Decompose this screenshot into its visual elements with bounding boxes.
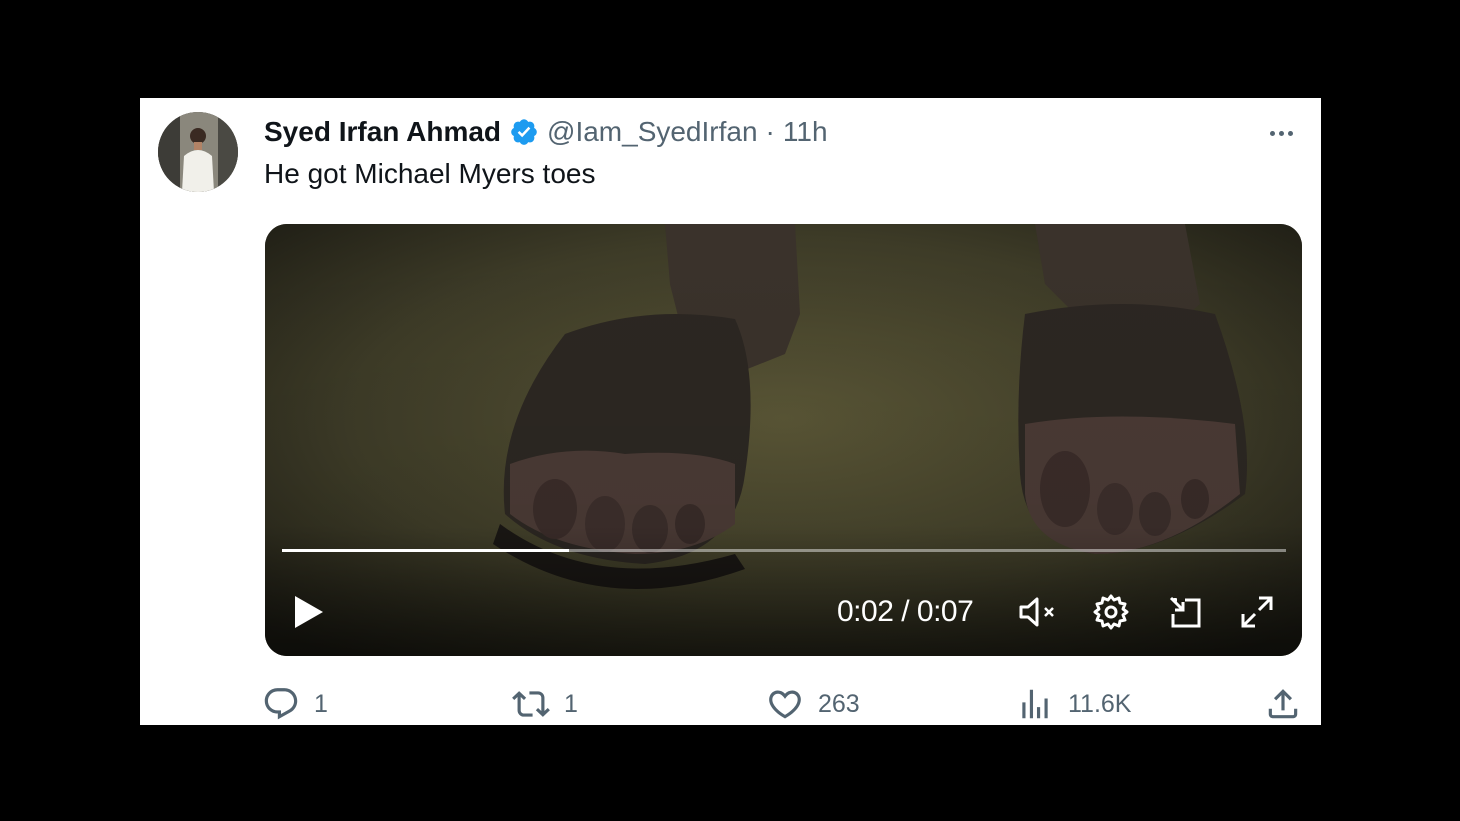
tweet-timestamp[interactable]: 11h: [783, 116, 828, 148]
fullscreen-icon[interactable]: [1237, 592, 1277, 632]
author-name[interactable]: Syed Irfan Ahmad: [264, 116, 501, 148]
avatar[interactable]: [158, 112, 238, 192]
settings-icon[interactable]: [1091, 592, 1131, 632]
reply-count: 1: [314, 689, 328, 718]
avatar-image: [158, 112, 238, 192]
picture-in-picture-icon[interactable]: [1165, 592, 1205, 632]
share-button[interactable]: [1264, 684, 1302, 724]
video-time-display: 0:02 / 0:07: [837, 592, 974, 632]
share-icon: [1268, 689, 1298, 719]
video-controls: 0:02 / 0:07: [265, 584, 1302, 640]
reply-icon: [264, 688, 298, 720]
tweet-header: Syed Irfan Ahmad @Iam_SyedIrfan · 11h: [264, 114, 828, 150]
time-separator: /: [893, 595, 917, 628]
heart-icon: [769, 690, 801, 719]
views-button[interactable]: 11.6K: [1016, 684, 1131, 724]
like-button[interactable]: 263: [766, 684, 860, 724]
tweet-text: He got Michael Myers toes: [264, 158, 596, 189]
views-count: 11.6K: [1068, 689, 1132, 718]
play-icon[interactable]: [289, 592, 329, 632]
like-count: 263: [818, 689, 860, 718]
duration: 0:07: [916, 595, 974, 628]
tweet-actions: 1 1 263 11.6K: [262, 684, 1302, 724]
retweet-count: 1: [564, 689, 578, 718]
video-progress-bar[interactable]: [282, 549, 1286, 552]
retweet-icon: [512, 691, 550, 717]
video-player[interactable]: 0:02 / 0:07: [265, 224, 1302, 656]
verified-badge-icon: [509, 117, 539, 147]
current-time: 0:02: [837, 595, 894, 628]
retweet-button[interactable]: 1: [512, 684, 578, 724]
tweet-card[interactable]: Syed Irfan Ahmad @Iam_SyedIrfan · 11h He…: [140, 98, 1321, 725]
reply-button[interactable]: 1: [262, 684, 328, 724]
mute-icon[interactable]: [1017, 592, 1057, 632]
video-progress-fill: [282, 549, 569, 552]
meta-separator: ·: [765, 116, 775, 147]
author-handle[interactable]: @Iam_SyedIrfan: [547, 116, 758, 148]
analytics-icon: [1022, 689, 1048, 719]
more-options-icon[interactable]: [1259, 120, 1303, 146]
